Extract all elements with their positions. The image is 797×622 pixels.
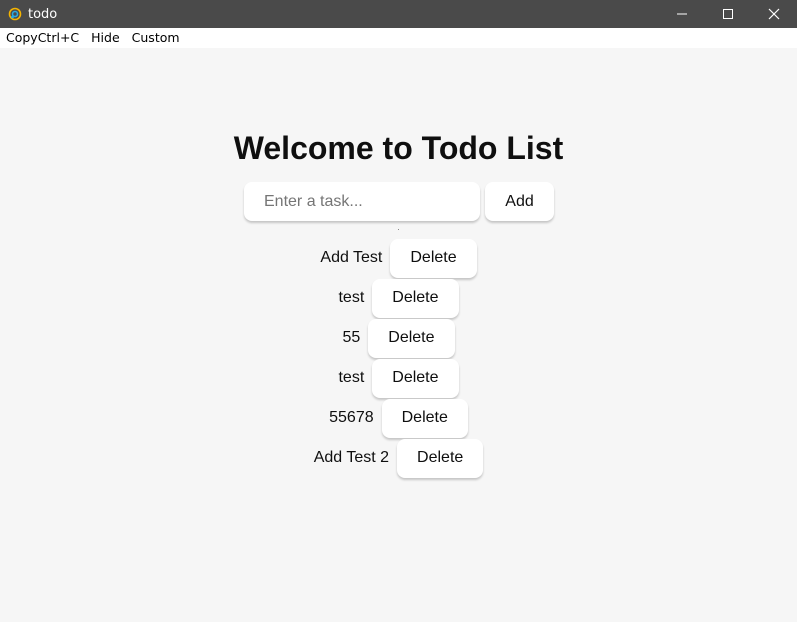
menu-bar: CopyCtrl+C Hide Custom xyxy=(0,28,797,48)
todo-text: 55678 xyxy=(329,409,374,426)
task-input[interactable] xyxy=(244,182,480,221)
menu-item-custom[interactable]: Custom xyxy=(126,28,186,48)
todo-item: Add Test 2 Delete xyxy=(0,438,797,478)
todo-list: Add Test Delete test Delete 55 Delete te… xyxy=(0,238,797,478)
todo-item: test Delete xyxy=(0,358,797,398)
minimize-icon xyxy=(677,13,687,15)
todo-text: test xyxy=(338,289,365,306)
delete-button[interactable]: Delete xyxy=(368,318,455,358)
delete-button[interactable]: Delete xyxy=(390,238,477,278)
menu-item-copy[interactable]: CopyCtrl+C xyxy=(0,28,85,48)
app-logo-icon xyxy=(8,7,22,21)
todo-text: 55 xyxy=(342,329,361,346)
app-content: Welcome to Todo List Add Add Test Delete… xyxy=(0,48,797,622)
delete-button[interactable]: Delete xyxy=(372,358,459,398)
close-button[interactable] xyxy=(751,0,797,28)
todo-text: test xyxy=(338,369,365,386)
title-bar: todo xyxy=(0,0,797,28)
close-icon xyxy=(768,8,780,20)
separator-dot xyxy=(398,229,399,230)
todo-text: Add Test 2 xyxy=(313,449,390,466)
todo-item: test Delete xyxy=(0,278,797,318)
delete-button[interactable]: Delete xyxy=(381,398,468,438)
page-title: Welcome to Todo List xyxy=(233,130,564,166)
delete-button[interactable]: Delete xyxy=(372,278,459,318)
delete-button[interactable]: Delete xyxy=(397,438,484,478)
todo-item: 55678 Delete xyxy=(0,398,797,438)
maximize-button[interactable] xyxy=(705,0,751,28)
todo-item: 55 Delete xyxy=(0,318,797,358)
menu-item-hide[interactable]: Hide xyxy=(85,28,126,48)
todo-text: Add Test xyxy=(320,249,383,266)
window-title: todo xyxy=(28,6,58,22)
maximize-icon xyxy=(723,9,733,19)
minimize-button[interactable] xyxy=(659,0,705,28)
add-button[interactable]: Add xyxy=(485,182,554,221)
todo-item: Add Test Delete xyxy=(0,238,797,278)
window-controls xyxy=(659,0,797,28)
